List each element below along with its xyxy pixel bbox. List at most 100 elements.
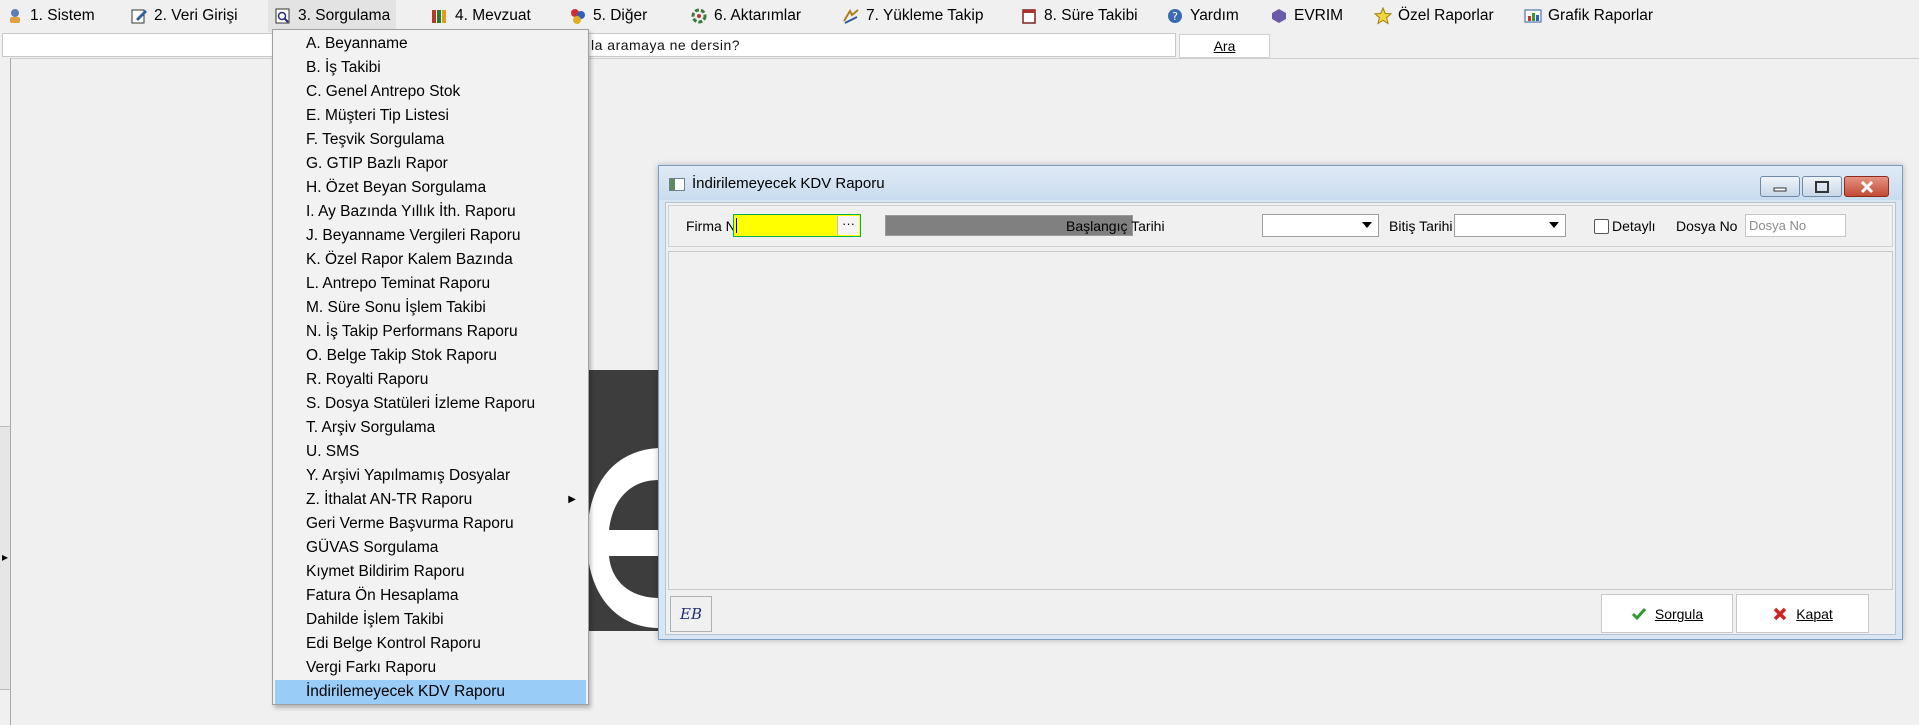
eb-label: EB xyxy=(680,605,702,623)
search-button[interactable]: Ara xyxy=(1179,34,1270,58)
menu-bar: 1. Sistem 2. Veri Girişi 3. Sorgulama 4.… xyxy=(0,0,1919,32)
dropdown-item-label: O. Belge Takip Stok Raporu xyxy=(306,347,497,364)
menu-ozel-raporlar[interactable]: Özel Raporlar xyxy=(1368,0,1500,32)
query-icon xyxy=(274,7,292,25)
minimize-button[interactable] xyxy=(1760,176,1800,197)
dropdown-item[interactable]: Geri Verme Başvurma Raporu xyxy=(275,512,586,536)
end-date-label: Bitiş Tarihi xyxy=(1389,218,1453,234)
dropdown-item[interactable]: İndirilemeyecek KDV Raporu xyxy=(275,680,586,704)
dosya-no-input[interactable] xyxy=(1745,214,1846,237)
start-date-label: Başlangıç Tarihi xyxy=(1066,218,1165,234)
menu-aktarimlar[interactable]: 6. Aktarımlar xyxy=(684,0,807,32)
dropdown-item[interactable]: S. Dosya Statüleri İzleme Raporu xyxy=(275,392,586,416)
dropdown-item[interactable]: Z. İthalat AN-TR Raporu ▶ xyxy=(275,488,586,512)
chevron-down-icon xyxy=(1362,222,1372,228)
menu-sorgulama[interactable]: 3. Sorgulama xyxy=(268,0,397,32)
maximize-button[interactable] xyxy=(1802,176,1842,197)
dropdown-item[interactable]: J. Beyanname Vergileri Raporu xyxy=(275,224,586,248)
close-button[interactable] xyxy=(1844,176,1889,197)
kapat-button[interactable]: Kapat xyxy=(1736,594,1869,633)
dropdown-item[interactable]: L. Antrepo Teminat Raporu xyxy=(275,272,586,296)
checkmark-icon xyxy=(1631,606,1647,622)
eb-logo-button[interactable]: EB xyxy=(670,596,712,632)
dropdown-item[interactable]: O. Belge Takip Stok Raporu xyxy=(275,344,586,368)
dropdown-item[interactable]: GÜVAS Sorgulama xyxy=(275,536,586,560)
menu-yukleme-takip[interactable]: 7. Yükleme Takip xyxy=(836,0,989,32)
dropdown-item-label: GÜVAS Sorgulama xyxy=(306,539,439,556)
window-titlebar[interactable]: İndirilemeyecek KDV Raporu xyxy=(659,166,1902,200)
detayli-checkbox[interactable] xyxy=(1594,219,1609,234)
menu-diger[interactable]: 5. Diğer xyxy=(563,0,653,32)
lookup-button[interactable]: ··· xyxy=(837,216,859,235)
star-icon xyxy=(1374,7,1392,25)
dropdown-item-label: C. Genel Antrepo Stok xyxy=(306,83,461,100)
dropdown-item-label: S. Dosya Statüleri İzleme Raporu xyxy=(306,395,536,412)
dropdown-item-label: Dahilde İşlem Takibi xyxy=(306,611,444,628)
menu-veri-girisi[interactable]: 2. Veri Girişi xyxy=(124,0,244,32)
dropdown-item[interactable]: A. Beyanname xyxy=(275,32,586,56)
dropdown-item-label: B. İş Takibi xyxy=(306,59,381,76)
upload-tracking-icon xyxy=(842,7,860,25)
dropdown-item[interactable]: Dahilde İşlem Takibi xyxy=(275,608,586,632)
evrim-icon xyxy=(1270,7,1288,25)
dropdown-item-label: T. Arşiv Sorgulama xyxy=(306,419,436,436)
sorgula-button[interactable]: Sorgula xyxy=(1601,594,1733,633)
dropdown-item[interactable]: Y. Arşivi Yapılmamış Dosyalar xyxy=(275,464,586,488)
menu-grafik-raporlar[interactable]: Grafik Raporlar xyxy=(1518,0,1659,32)
dropdown-item[interactable]: M. Süre Sonu İşlem Takibi xyxy=(275,296,586,320)
menu-mevzuat[interactable]: 4. Mevzuat xyxy=(425,0,537,32)
dropdown-item[interactable]: E. Müşteri Tip Listesi xyxy=(275,104,586,128)
search-input[interactable] xyxy=(2,33,1176,57)
kapat-label: Kapat xyxy=(1796,605,1833,622)
dropdown-item[interactable]: I. Ay Bazında Yıllık İth. Raporu xyxy=(275,200,586,224)
dropdown-item-label: Geri Verme Başvurma Raporu xyxy=(306,515,514,532)
dropdown-item[interactable]: T. Arşiv Sorgulama xyxy=(275,416,586,440)
dropdown-item[interactable]: R. Royalti Raporu xyxy=(275,368,586,392)
chart-icon xyxy=(1524,7,1542,25)
dropdown-item[interactable]: F. Teşvik Sorgulama xyxy=(275,128,586,152)
dropdown-item-label: E. Müşteri Tip Listesi xyxy=(306,107,449,124)
dropdown-item-label: İndirilemeyecek KDV Raporu xyxy=(306,683,506,700)
transfer-icon xyxy=(690,7,708,25)
side-panel-collapsed: ▸ xyxy=(0,58,11,725)
dropdown-item-label: M. Süre Sonu İşlem Takibi xyxy=(306,299,486,316)
dropdown-item[interactable]: G. GTIP Bazlı Rapor xyxy=(275,152,586,176)
bottom-bar: EB Sorgula Kapat xyxy=(668,594,1893,634)
dropdown-item[interactable]: H. Özet Beyan Sorgulama xyxy=(275,176,586,200)
dropdown-item[interactable]: K. Özel Rapor Kalem Bazında xyxy=(275,248,586,272)
minimize-icon xyxy=(1773,187,1787,191)
start-date-picker[interactable] xyxy=(1262,214,1379,237)
menu-yardim[interactable]: ? Yardım xyxy=(1160,0,1245,32)
background-logo xyxy=(587,370,659,631)
data-entry-icon xyxy=(130,7,148,25)
dropdown-item-label: H. Özet Beyan Sorgulama xyxy=(306,179,487,196)
system-icon xyxy=(6,7,24,25)
dropdown-item-label: Fatura Ön Hesaplama xyxy=(306,587,459,604)
text-caret xyxy=(736,218,737,233)
dropdown-item[interactable]: B. İş Takibi xyxy=(275,56,586,80)
dropdown-item[interactable]: C. Genel Antrepo Stok xyxy=(275,80,586,104)
dropdown-item-label: I. Ay Bazında Yıllık İth. Raporu xyxy=(306,203,516,220)
firma-no-field[interactable]: ··· xyxy=(733,214,861,237)
dropdown-item[interactable]: U. SMS xyxy=(275,440,586,464)
dropdown-item[interactable]: Edi Belge Kontrol Raporu xyxy=(275,632,586,656)
dropdown-item-label: K. Özel Rapor Kalem Bazında xyxy=(306,251,513,268)
close-x-icon xyxy=(1772,606,1788,622)
dropdown-item[interactable]: Vergi Farkı Raporu xyxy=(275,656,586,680)
expand-arrow-icon[interactable]: ▸ xyxy=(0,549,10,565)
window-icon xyxy=(669,178,685,191)
menu-sure-takibi[interactable]: 8. Süre Takibi xyxy=(1014,0,1144,32)
menu-evrim[interactable]: EVRIM xyxy=(1264,0,1349,32)
dropdown-item-label: Edi Belge Kontrol Raporu xyxy=(306,635,481,652)
dropdown-item[interactable]: Fatura Ön Hesaplama xyxy=(275,584,586,608)
dropdown-item-label: F. Teşvik Sorgulama xyxy=(306,131,445,148)
results-area xyxy=(668,251,1893,590)
report-window: İndirilemeyecek KDV Raporu Firma No ··· … xyxy=(658,165,1903,640)
dropdown-item[interactable]: Kıymet Bildirim Raporu xyxy=(275,560,586,584)
end-date-picker[interactable] xyxy=(1454,214,1566,237)
dropdown-item-label: N. İş Takip Performans Raporu xyxy=(306,323,518,340)
menu-sistem[interactable]: 1. Sistem xyxy=(0,0,101,32)
detayli-label: Detaylı xyxy=(1612,218,1656,234)
dropdown-item-label: R. Royalti Raporu xyxy=(306,371,429,388)
dropdown-item[interactable]: N. İş Takip Performans Raporu xyxy=(275,320,586,344)
